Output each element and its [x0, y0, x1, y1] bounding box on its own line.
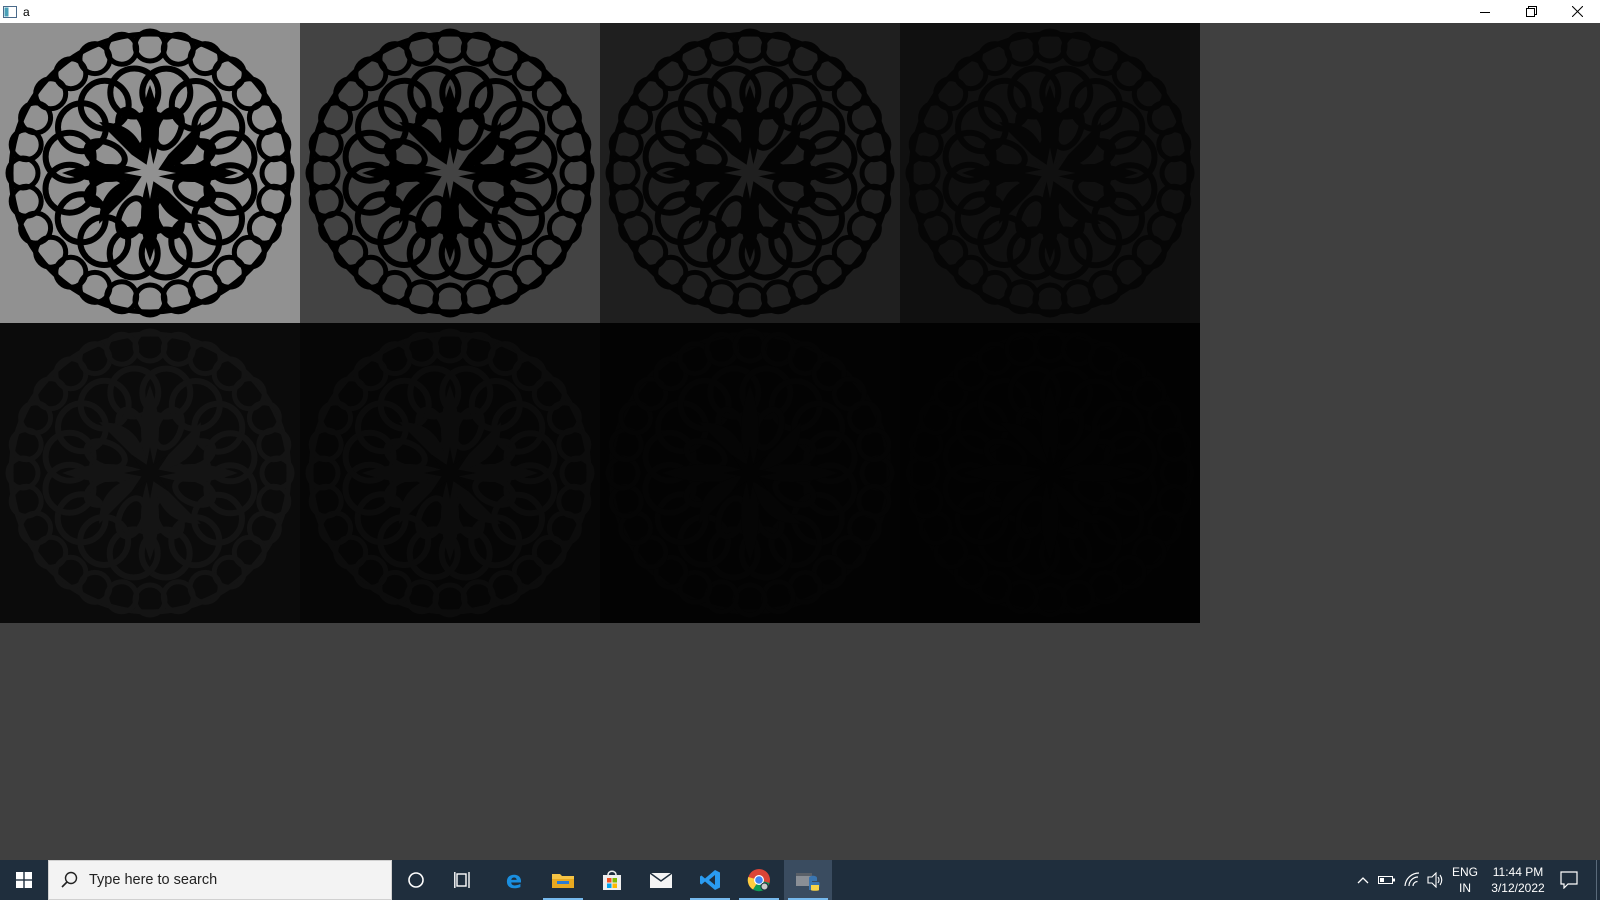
windows-logo-icon — [16, 872, 32, 888]
vscode-taskbar-button[interactable] — [686, 860, 734, 900]
mandala-image — [305, 28, 595, 318]
input-language-button[interactable]: ENG IN — [1450, 860, 1480, 900]
minimize-button[interactable] — [1462, 0, 1508, 23]
battery-icon — [1378, 876, 1395, 884]
mandala-image — [305, 328, 595, 618]
taskbar: Type here to search e ENG IN 11:44 PM 3/… — [0, 860, 1600, 900]
search-icon — [61, 871, 78, 888]
svg-text:e: e — [506, 868, 522, 892]
mandala-image — [605, 328, 895, 618]
edge-taskbar-button[interactable]: e — [490, 860, 538, 900]
image-panel-8 — [900, 323, 1200, 623]
python-icon — [796, 873, 820, 891]
vscode-icon — [700, 870, 720, 890]
chrome-taskbar-button[interactable] — [735, 860, 783, 900]
show-hidden-icons-button[interactable] — [1352, 860, 1374, 900]
mandala-image — [5, 28, 295, 318]
cortana-icon — [408, 872, 424, 888]
mandala-image — [905, 28, 1195, 318]
clock-date: 3/12/2022 — [1491, 881, 1545, 895]
speaker-icon — [1427, 872, 1443, 888]
store-icon — [603, 870, 621, 890]
store-taskbar-button[interactable] — [588, 860, 636, 900]
image-grid — [0, 23, 1200, 623]
search-placeholder: Type here to search — [89, 872, 218, 888]
mail-taskbar-button[interactable] — [637, 860, 685, 900]
language-code: ENG — [1451, 865, 1478, 879]
image-panel-5 — [0, 323, 300, 623]
task-view-button[interactable] — [440, 860, 488, 900]
start-button[interactable] — [0, 860, 48, 900]
image-panel-2 — [300, 23, 600, 323]
mandala-image — [605, 28, 895, 318]
mandala-image — [905, 328, 1195, 618]
image-panel-7 — [600, 323, 900, 623]
mandala-image — [5, 328, 295, 618]
volume-button[interactable] — [1424, 860, 1448, 900]
image-panel-3 — [600, 23, 900, 323]
language-region: IN — [1458, 881, 1471, 895]
chrome-icon — [747, 869, 770, 892]
file-explorer-taskbar-button[interactable] — [539, 860, 587, 900]
restore-icon — [1525, 6, 1537, 17]
window-title: a — [23, 4, 30, 19]
python-taskbar-button[interactable] — [784, 860, 832, 900]
image-panel-4 — [900, 23, 1200, 323]
minimize-icon — [1480, 11, 1490, 13]
image-panel-6 — [300, 323, 600, 623]
battery-button[interactable] — [1376, 860, 1398, 900]
close-icon — [1571, 6, 1583, 17]
taskbar-search-box[interactable]: Type here to search — [48, 860, 392, 900]
file-explorer-icon — [552, 874, 574, 888]
task-view-icon — [454, 872, 470, 888]
edge-icon: e — [506, 868, 522, 892]
wifi-icon — [1404, 872, 1420, 887]
chevron-up-icon — [1357, 877, 1369, 884]
restore-button[interactable] — [1508, 0, 1554, 23]
mail-icon — [649, 872, 673, 888]
clock-time: 11:44 PM — [1492, 865, 1544, 879]
window-titlebar[interactable]: a — [0, 0, 1600, 23]
close-button[interactable] — [1554, 0, 1600, 23]
show-desktop-divider[interactable] — [1596, 860, 1597, 900]
notifications-icon — [1560, 871, 1578, 889]
app-window-icon — [3, 5, 17, 18]
action-center-button[interactable] — [1554, 860, 1584, 900]
clock-button[interactable]: 11:44 PM 3/12/2022 — [1486, 860, 1550, 900]
image-panel-1 — [0, 23, 300, 323]
network-button[interactable] — [1400, 860, 1424, 900]
cortana-button[interactable] — [392, 860, 440, 900]
